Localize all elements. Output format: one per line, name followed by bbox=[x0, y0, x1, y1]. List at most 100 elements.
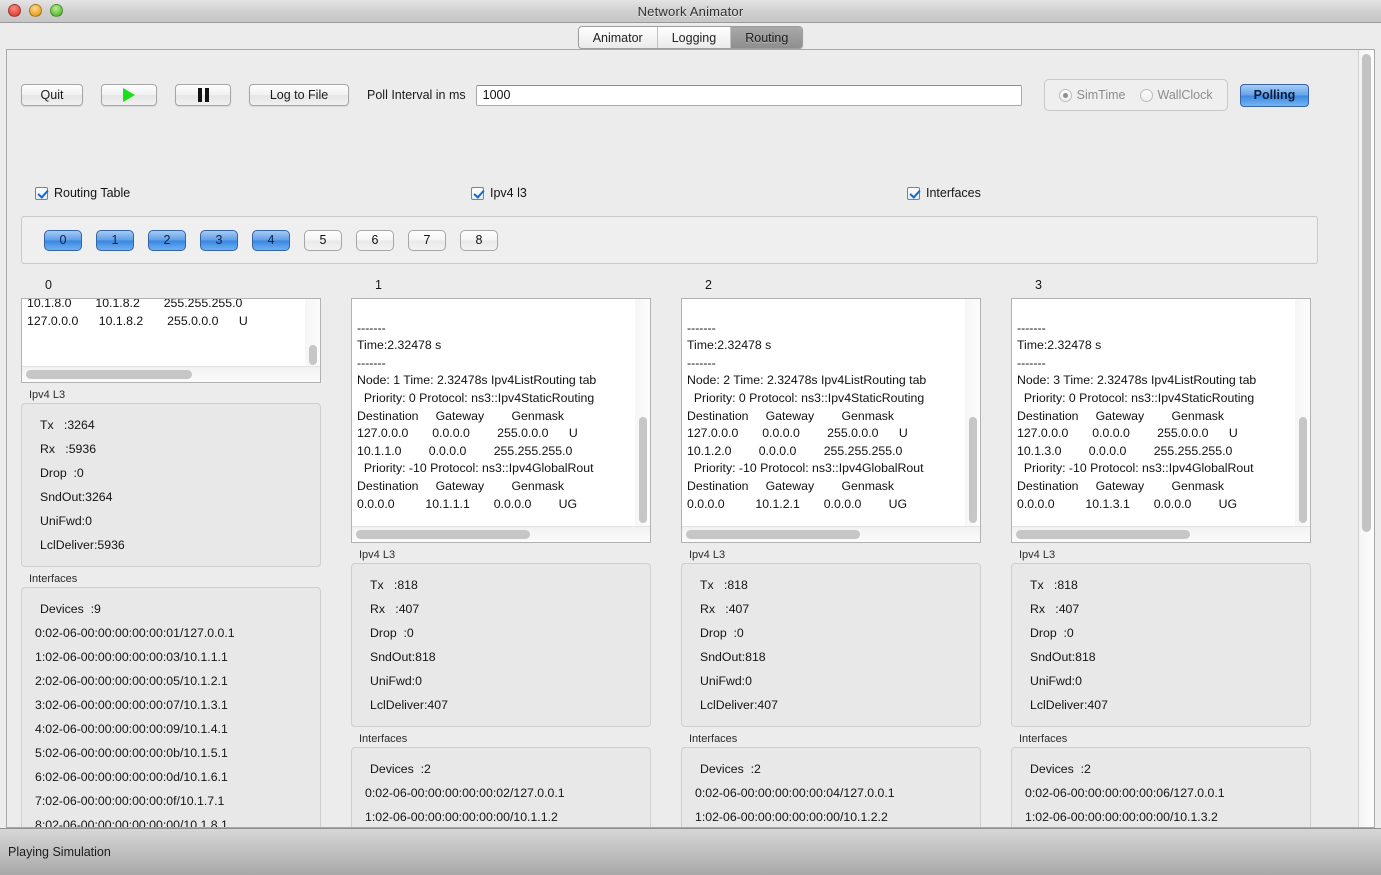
clock-mode-group: SimTime WallClock bbox=[1043, 79, 1228, 111]
ipv4l3-tx-0: Tx :3264 bbox=[40, 418, 95, 432]
routing-table-1-hscrollbar[interactable] bbox=[352, 526, 650, 542]
node-column-3: 3 ------- Time:2.32478 s ------- Node: 3… bbox=[997, 278, 1327, 827]
ipv4l3-sndout-0: SndOut:3264 bbox=[40, 490, 113, 504]
quit-button[interactable]: Quit bbox=[21, 84, 83, 106]
poll-interval-input[interactable]: 1000 bbox=[475, 84, 1022, 106]
interface-line: 1:02-06-00:00:00:00:00:00/10.1.3.2 bbox=[1025, 810, 1218, 824]
checkbox-ipv4-l3[interactable]: Ipv4 l3 bbox=[471, 186, 527, 200]
application-window: Network Animator Animator Logging Routin… bbox=[0, 0, 1381, 875]
ipv4l3-body-2: Tx :818 Rx :407 Drop :0 SndOut:818 UniFw… bbox=[681, 563, 981, 727]
play-button[interactable] bbox=[101, 84, 157, 106]
ipv4l3-drop-3: Drop :0 bbox=[1030, 626, 1074, 640]
routing-table-3-vscrollbar[interactable] bbox=[1295, 299, 1310, 527]
routing-table-3-vthumb[interactable] bbox=[1299, 417, 1307, 523]
interfaces-group-1: Interfaces Devices :2 0:02-06-00:00:00:0… bbox=[351, 733, 651, 827]
ipv4l3-unifwd-3: UniFwd:0 bbox=[1030, 674, 1082, 688]
ipv4l3-group-3: Ipv4 L3 Tx :818 Rx :407 Drop :0 SndOut:8… bbox=[1011, 549, 1311, 727]
interfaces-devices-0: Devices :9 bbox=[40, 602, 101, 616]
interface-line: 8:02-06-00:00:00:00:00:00/10.1.8.1 bbox=[35, 818, 228, 827]
ipv4l3-group-1: Ipv4 L3 Tx :818 Rx :407 Drop :0 SndOut:8… bbox=[351, 549, 651, 727]
routing-panel: Quit Log to File Poll Interval in ms 100… bbox=[6, 49, 1375, 828]
interface-line: 1:02-06-00:00:00:00:00:00/10.1.2.2 bbox=[695, 810, 888, 824]
minimize-button[interactable] bbox=[29, 4, 42, 17]
node-button-6[interactable]: 6 bbox=[356, 229, 394, 251]
interface-line: 3:02-06-00:00:00:00:00:07/10.1.3.1 bbox=[35, 698, 228, 712]
status-text: Playing Simulation bbox=[8, 845, 111, 859]
radio-wallclock[interactable]: WallClock bbox=[1139, 88, 1213, 102]
routing-table-2-hthumb[interactable] bbox=[686, 530, 860, 539]
log-to-file-button[interactable]: Log to File bbox=[249, 84, 349, 106]
tab-animator[interactable]: Animator bbox=[578, 27, 658, 48]
main-vertical-scrollbar-thumb[interactable] bbox=[1362, 54, 1371, 532]
routing-table-0[interactable]: 10.1.8.0 10.1.8.2 255.255.255.0 127.0.0.… bbox=[21, 298, 321, 383]
ipv4l3-body-0: Tx :3264 Rx :5936 Drop :0 SndOut:3264 Un… bbox=[21, 403, 321, 567]
ipv4l3-unifwd-0: UniFwd:0 bbox=[40, 514, 92, 528]
routing-table-1-vthumb[interactable] bbox=[639, 417, 647, 523]
node-button-2[interactable]: 2 bbox=[148, 229, 186, 251]
routing-table-2-vscrollbar[interactable] bbox=[965, 299, 980, 527]
routing-table-1-vscrollbar[interactable] bbox=[635, 299, 650, 527]
interface-line: 2:02-06-00:00:00:00:00:05/10.1.2.1 bbox=[35, 674, 228, 688]
interfaces-body-3: Devices :2 0:02-06-00:00:00:00:00:06/127… bbox=[1011, 747, 1311, 827]
checkbox-routing-table-label: Routing Table bbox=[54, 186, 131, 200]
play-icon bbox=[123, 88, 135, 102]
polling-button[interactable]: Polling bbox=[1239, 83, 1310, 107]
interfaces-group-2: Interfaces Devices :2 0:02-06-00:00:00:0… bbox=[681, 733, 981, 827]
node-button-7[interactable]: 7 bbox=[408, 229, 446, 251]
routing-table-1[interactable]: ------- Time:2.32478 s ------- Node: 1 T… bbox=[351, 298, 651, 543]
routing-table-0-hthumb[interactable] bbox=[26, 370, 192, 379]
interfaces-devices-2: Devices :2 bbox=[700, 762, 761, 776]
routing-table-2[interactable]: ------- Time:2.32478 s ------- Node: 2 T… bbox=[681, 298, 981, 543]
routing-table-2-hscrollbar[interactable] bbox=[682, 526, 980, 542]
ipv4l3-tx-3: Tx :818 bbox=[1030, 578, 1078, 592]
ipv4l3-rx-0: Rx :5936 bbox=[40, 442, 97, 456]
interfaces-label-3: Interfaces bbox=[1019, 733, 1068, 745]
routing-table-0-vthumb[interactable] bbox=[309, 345, 317, 365]
node-column-0: 0 10.1.8.0 10.1.8.2 255.255.255.0 127.0.… bbox=[7, 278, 337, 827]
ipv4l3-group-2: Ipv4 L3 Tx :818 Rx :407 Drop :0 SndOut:8… bbox=[681, 549, 981, 727]
checkbox-ipv4-l3-label: Ipv4 l3 bbox=[490, 186, 527, 200]
ipv4l3-group-0: Ipv4 L3 Tx :3264 Rx :5936 Drop :0 SndOut… bbox=[21, 389, 321, 567]
node-button-1[interactable]: 1 bbox=[96, 229, 134, 251]
window-controls bbox=[8, 4, 63, 17]
routing-table-2-vthumb[interactable] bbox=[969, 417, 977, 523]
routing-table-0-text: 10.1.8.0 10.1.8.2 255.255.255.0 127.0.0.… bbox=[27, 298, 248, 328]
routing-table-3[interactable]: ------- Time:2.32478 s ------- Node: 3 T… bbox=[1011, 298, 1311, 543]
ipv4l3-tx-2: Tx :818 bbox=[700, 578, 748, 592]
routing-table-3-text: ------- Time:2.32478 s ------- Node: 3 T… bbox=[1017, 320, 1257, 511]
pause-icon bbox=[197, 88, 209, 102]
checkbox-interfaces[interactable]: Interfaces bbox=[907, 186, 981, 200]
ipv4l3-lcldeliver-2: LclDeliver:407 bbox=[700, 698, 778, 712]
node-button-5[interactable]: 5 bbox=[304, 229, 342, 251]
zoom-button[interactable] bbox=[50, 4, 63, 17]
ipv4l3-lcldeliver-1: LclDeliver:407 bbox=[370, 698, 448, 712]
ipv4l3-lcldeliver-0: LclDeliver:5936 bbox=[40, 538, 125, 552]
ipv4l3-unifwd-2: UniFwd:0 bbox=[700, 674, 752, 688]
poll-interval-label: Poll Interval in ms bbox=[367, 88, 466, 102]
routing-table-3-hscrollbar[interactable] bbox=[1012, 526, 1310, 542]
checkbox-interfaces-label: Interfaces bbox=[926, 186, 981, 200]
ipv4l3-sndout-1: SndOut:818 bbox=[370, 650, 436, 664]
ipv4l3-sndout-2: SndOut:818 bbox=[700, 650, 766, 664]
routing-table-0-hscrollbar[interactable] bbox=[22, 366, 320, 382]
node-button-3[interactable]: 3 bbox=[200, 229, 238, 251]
main-vertical-scrollbar[interactable] bbox=[1358, 50, 1374, 827]
ipv4l3-rx-3: Rx :407 bbox=[1030, 602, 1080, 616]
node-button-0[interactable]: 0 bbox=[44, 229, 82, 251]
checkbox-routing-table[interactable]: Routing Table bbox=[35, 186, 130, 200]
interface-line: 0:02-06-00:00:00:00:00:06/127.0.0.1 bbox=[1025, 786, 1225, 800]
routing-table-1-hthumb[interactable] bbox=[356, 530, 530, 539]
routing-table-3-hthumb[interactable] bbox=[1016, 530, 1190, 539]
node-column-1-title: 1 bbox=[375, 278, 382, 292]
node-column-0-title: 0 bbox=[45, 278, 52, 292]
node-button-4[interactable]: 4 bbox=[252, 229, 290, 251]
close-button[interactable] bbox=[8, 4, 21, 17]
pause-button[interactable] bbox=[175, 84, 231, 106]
tab-logging[interactable]: Logging bbox=[657, 27, 732, 48]
routing-table-0-vscrollbar[interactable] bbox=[305, 299, 320, 367]
tab-routing[interactable]: Routing bbox=[731, 27, 803, 48]
node-button-8[interactable]: 8 bbox=[460, 229, 498, 251]
radio-simtime[interactable]: SimTime bbox=[1058, 88, 1126, 102]
status-bar: Playing Simulation bbox=[0, 828, 1381, 875]
ipv4l3-tx-1: Tx :818 bbox=[370, 578, 418, 592]
